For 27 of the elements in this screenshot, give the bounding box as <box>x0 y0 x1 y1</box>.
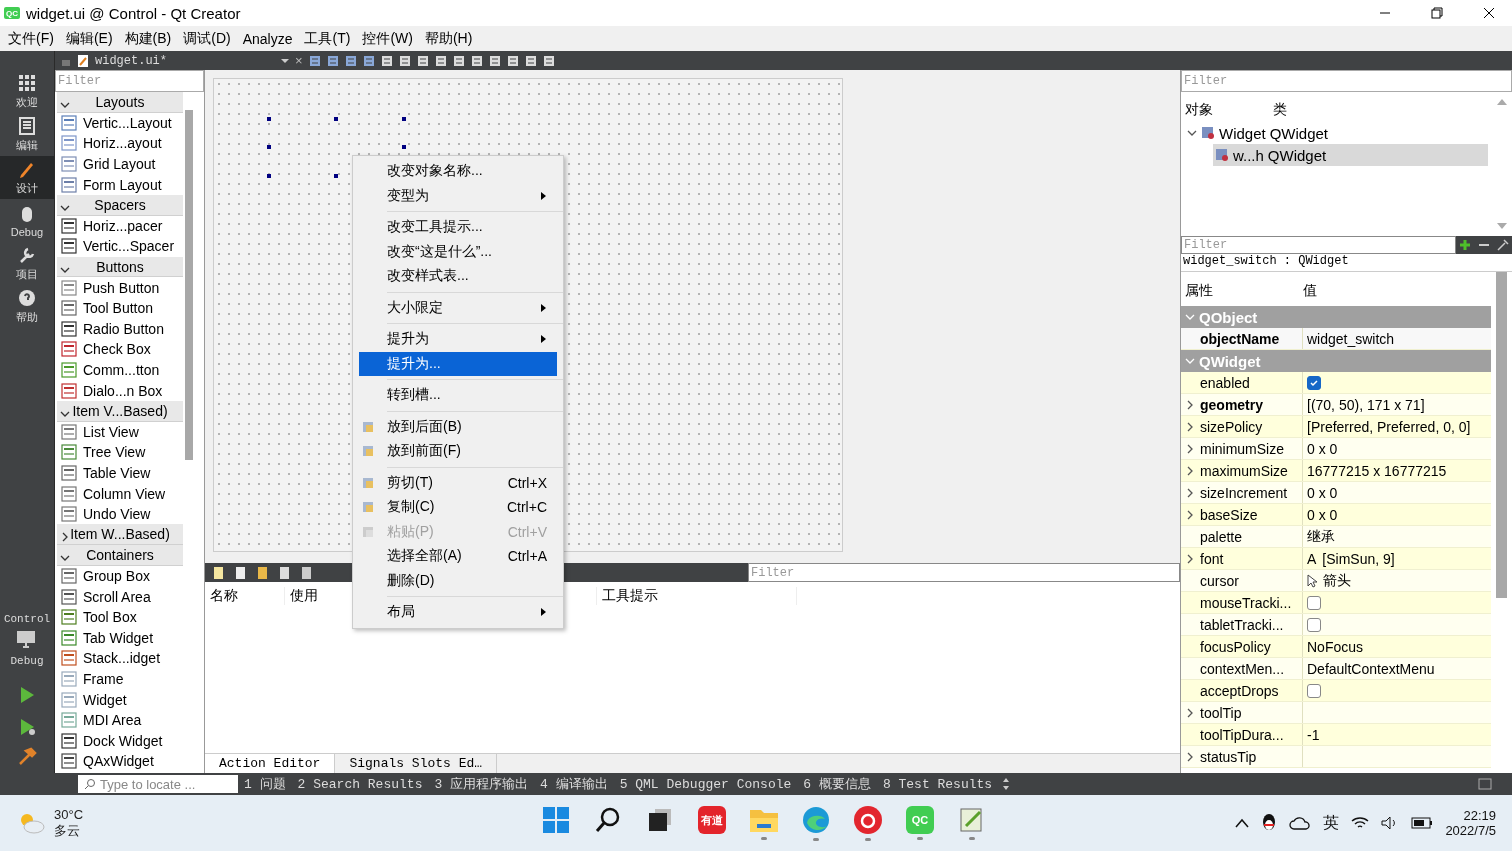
property-name: geometry <box>1199 396 1264 413</box>
font-glyph: A <box>1307 550 1317 567</box>
property-name: objectName <box>1199 330 1280 347</box>
window-title: widget.ui @ Control - Qt Creator <box>26 4 242 22</box>
property-name: tabletTracki... <box>1199 616 1284 633</box>
property-name: mouseTracki... <box>1199 594 1292 611</box>
project-name: Control <box>2 613 52 625</box>
property-name: minimumSize <box>1199 440 1284 457</box>
property-name: maximumSize <box>1199 462 1288 479</box>
property-name: cursor <box>1199 572 1239 589</box>
property-name: focusPolicy <box>1199 638 1271 655</box>
property-name: toolTip <box>1199 704 1242 721</box>
property-name: baseSize <box>1199 506 1258 523</box>
property-name: palette <box>1199 528 1243 545</box>
property-name: font <box>1199 550 1224 567</box>
property-name: enabled <box>1199 374 1250 391</box>
app-logo: QC <box>4 7 20 19</box>
build-config: Debug <box>9 655 45 667</box>
property-subject: widget_switch : QWidget <box>1181 254 1512 272</box>
property-name: toolTipDura... <box>1199 726 1284 743</box>
property-name: contextMen... <box>1199 660 1285 677</box>
weather-condition: 多云 <box>54 821 81 840</box>
property-name: statusTip <box>1199 748 1257 765</box>
property-name: sizePolicy <box>1199 418 1263 435</box>
property-name: acceptDrops <box>1199 682 1279 699</box>
property-name: sizeIncrement <box>1199 484 1288 501</box>
temperature: 30°C <box>54 806 84 822</box>
